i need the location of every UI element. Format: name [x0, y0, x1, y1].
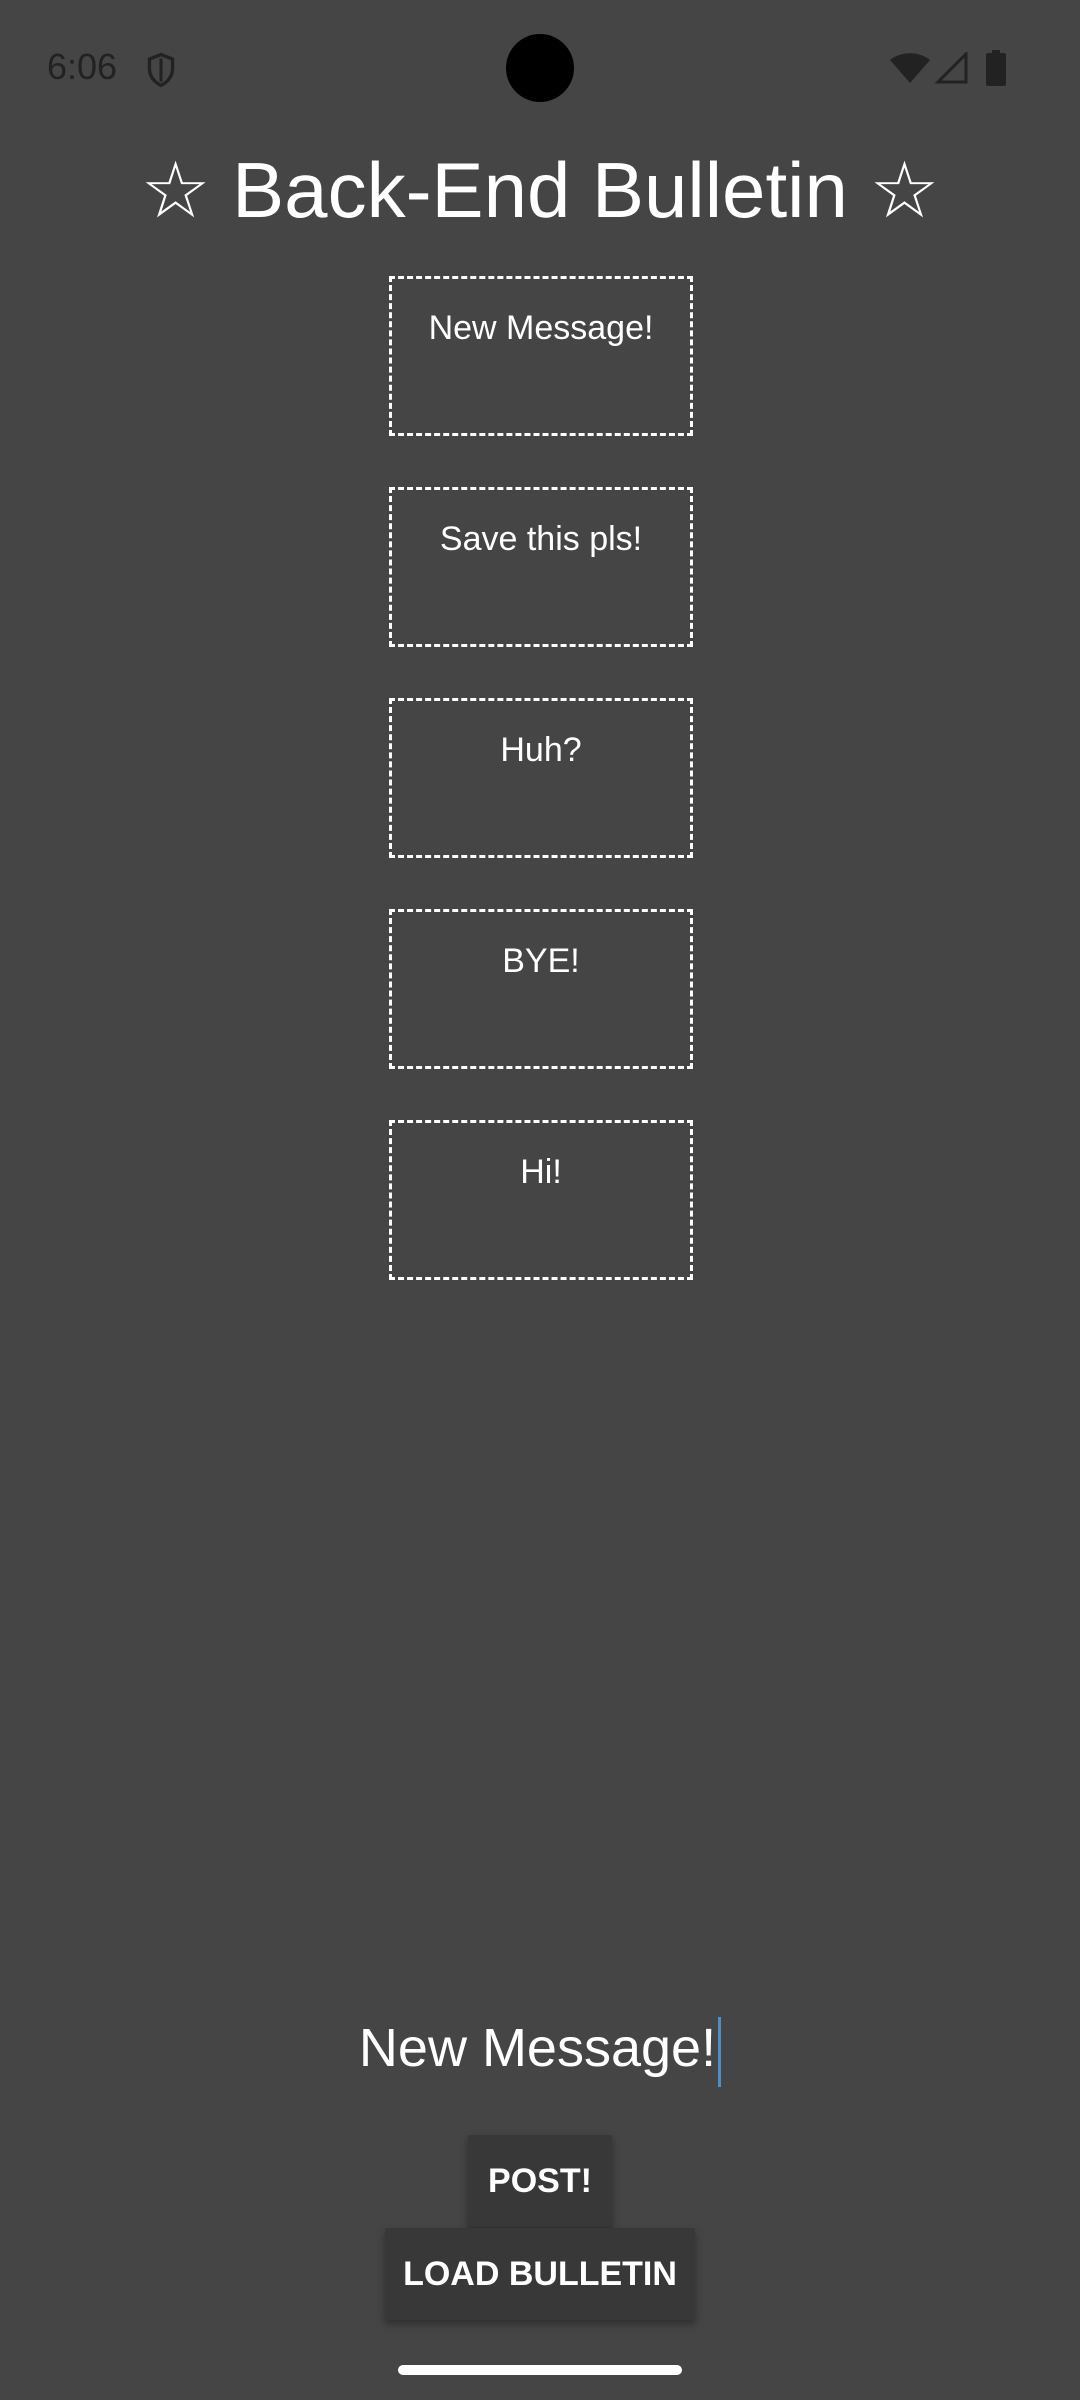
message-input-value: New Message! — [358, 2018, 717, 2078]
gesture-navigation-handle[interactable] — [398, 2365, 682, 2375]
message-input-container: New Message! — [0, 2008, 1080, 2088]
message-card: Hi! — [389, 1120, 693, 1280]
load-bulletin-button[interactable]: LOAD BULLETIN — [385, 2228, 695, 2320]
message-text: Hi! — [520, 1153, 562, 1191]
page-title: ☆ Back-End Bulletin ☆ — [140, 146, 940, 234]
message-list: New Message! Save this pls! Huh? BYE! Hi… — [389, 276, 693, 1331]
battery-icon — [986, 50, 1006, 86]
message-card: New Message! — [389, 276, 693, 436]
message-text: New Message! — [428, 309, 654, 347]
status-bar: 6:06 — [0, 0, 1080, 136]
message-card: BYE! — [389, 909, 693, 1069]
screen: 6:06 ☆ Back-End Bulletin ☆ New Message! … — [0, 0, 1080, 2400]
post-button[interactable]: POST! — [468, 2135, 612, 2227]
shield-icon — [147, 52, 175, 88]
message-input[interactable]: New Message! — [358, 2008, 722, 2088]
message-text: Huh? — [500, 731, 582, 769]
message-text: BYE! — [502, 942, 580, 980]
camera-cutout — [506, 34, 574, 102]
text-cursor — [718, 2016, 722, 2087]
message-text: Save this pls! — [439, 520, 643, 558]
message-card: Save this pls! — [389, 487, 693, 647]
status-time: 6:06 — [47, 46, 118, 87]
wifi-icon — [890, 53, 930, 83]
message-card: Huh? — [389, 698, 693, 858]
cellular-signal-icon — [934, 52, 968, 84]
